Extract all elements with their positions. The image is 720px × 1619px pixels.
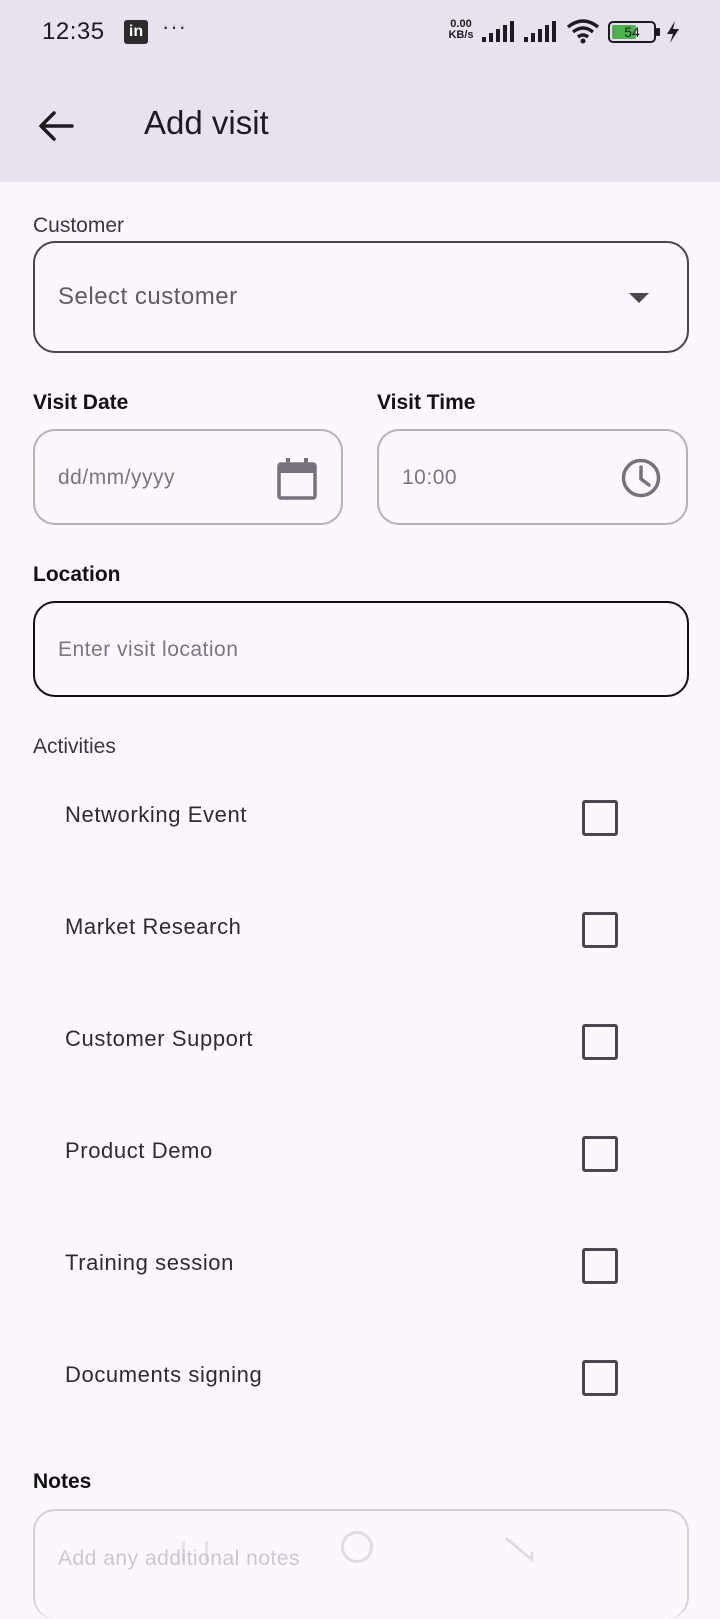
charging-bolt-icon — [667, 21, 679, 43]
activity-item-product-demo[interactable]: Product Demo — [33, 1094, 689, 1206]
wifi-icon — [566, 19, 600, 44]
notes-label: Notes — [33, 1470, 92, 1493]
visit-date-placeholder: dd/mm/yyyy — [58, 466, 176, 489]
arrow-back-icon — [39, 111, 74, 141]
activity-item-market-research[interactable]: Market Research — [33, 870, 689, 982]
clock-icon[interactable] — [620, 457, 662, 499]
activity-item-documents-signing[interactable]: Documents signing — [33, 1318, 689, 1430]
activity-checkbox[interactable] — [582, 1248, 618, 1284]
customer-dropdown-placeholder: Select customer — [58, 283, 238, 310]
more-notifications-icon: ··· — [162, 14, 187, 39]
customer-label: Customer — [33, 214, 125, 237]
status-time: 12:35 — [42, 18, 105, 45]
activity-checkbox[interactable] — [582, 912, 618, 948]
activity-label: Product Demo — [65, 1138, 213, 1163]
notes-input[interactable]: Add any additional notes — [33, 1509, 689, 1619]
visit-time-value: 10:00 — [402, 466, 458, 489]
activity-checkbox[interactable] — [582, 1024, 618, 1060]
linkedin-icon: in — [124, 20, 148, 44]
back-button[interactable] — [28, 98, 84, 154]
calendar-icon[interactable] — [277, 457, 317, 501]
customer-dropdown[interactable]: Select customer — [33, 241, 689, 353]
network-speed: 0.00 KB/s — [444, 19, 478, 41]
activity-checkbox[interactable] — [582, 1136, 618, 1172]
activities-label: Activities — [33, 735, 116, 758]
network-speed-unit: KB/s — [448, 29, 474, 41]
activity-checkbox[interactable] — [582, 800, 618, 836]
visit-time-label: Visit Time — [377, 391, 476, 414]
activity-label: Documents signing — [65, 1362, 263, 1387]
location-input[interactable]: Enter visit location — [33, 601, 689, 697]
signal-strength-icon — [482, 21, 514, 42]
status-bar: 12:35 in ··· 0.00 KB/s 54 — [0, 0, 720, 68]
activity-checkbox[interactable] — [582, 1360, 618, 1396]
battery-level: 54 — [624, 24, 640, 40]
location-placeholder: Enter visit location — [58, 638, 239, 661]
visit-time-field[interactable]: 10:00 — [377, 429, 688, 525]
page-title: Add visit — [144, 104, 269, 141]
app-bar: Add visit — [0, 68, 720, 182]
battery-icon: 54 — [608, 21, 660, 43]
location-label: Location — [33, 563, 121, 586]
dropdown-arrow-icon — [629, 293, 649, 303]
activity-label: Training session — [65, 1250, 234, 1275]
activity-label: Networking Event — [65, 802, 248, 827]
notes-placeholder: Add any additional notes — [58, 1547, 301, 1570]
activity-label: Market Research — [65, 914, 242, 939]
visit-date-label: Visit Date — [33, 391, 129, 414]
activity-item-networking-event[interactable]: Networking Event — [33, 758, 689, 870]
activity-label: Customer Support — [65, 1026, 254, 1051]
activity-item-training-session[interactable]: Training session — [33, 1206, 689, 1318]
signal-strength-2-icon — [524, 21, 556, 42]
visit-date-field[interactable]: dd/mm/yyyy — [33, 429, 343, 525]
activity-item-customer-support[interactable]: Customer Support — [33, 982, 689, 1094]
